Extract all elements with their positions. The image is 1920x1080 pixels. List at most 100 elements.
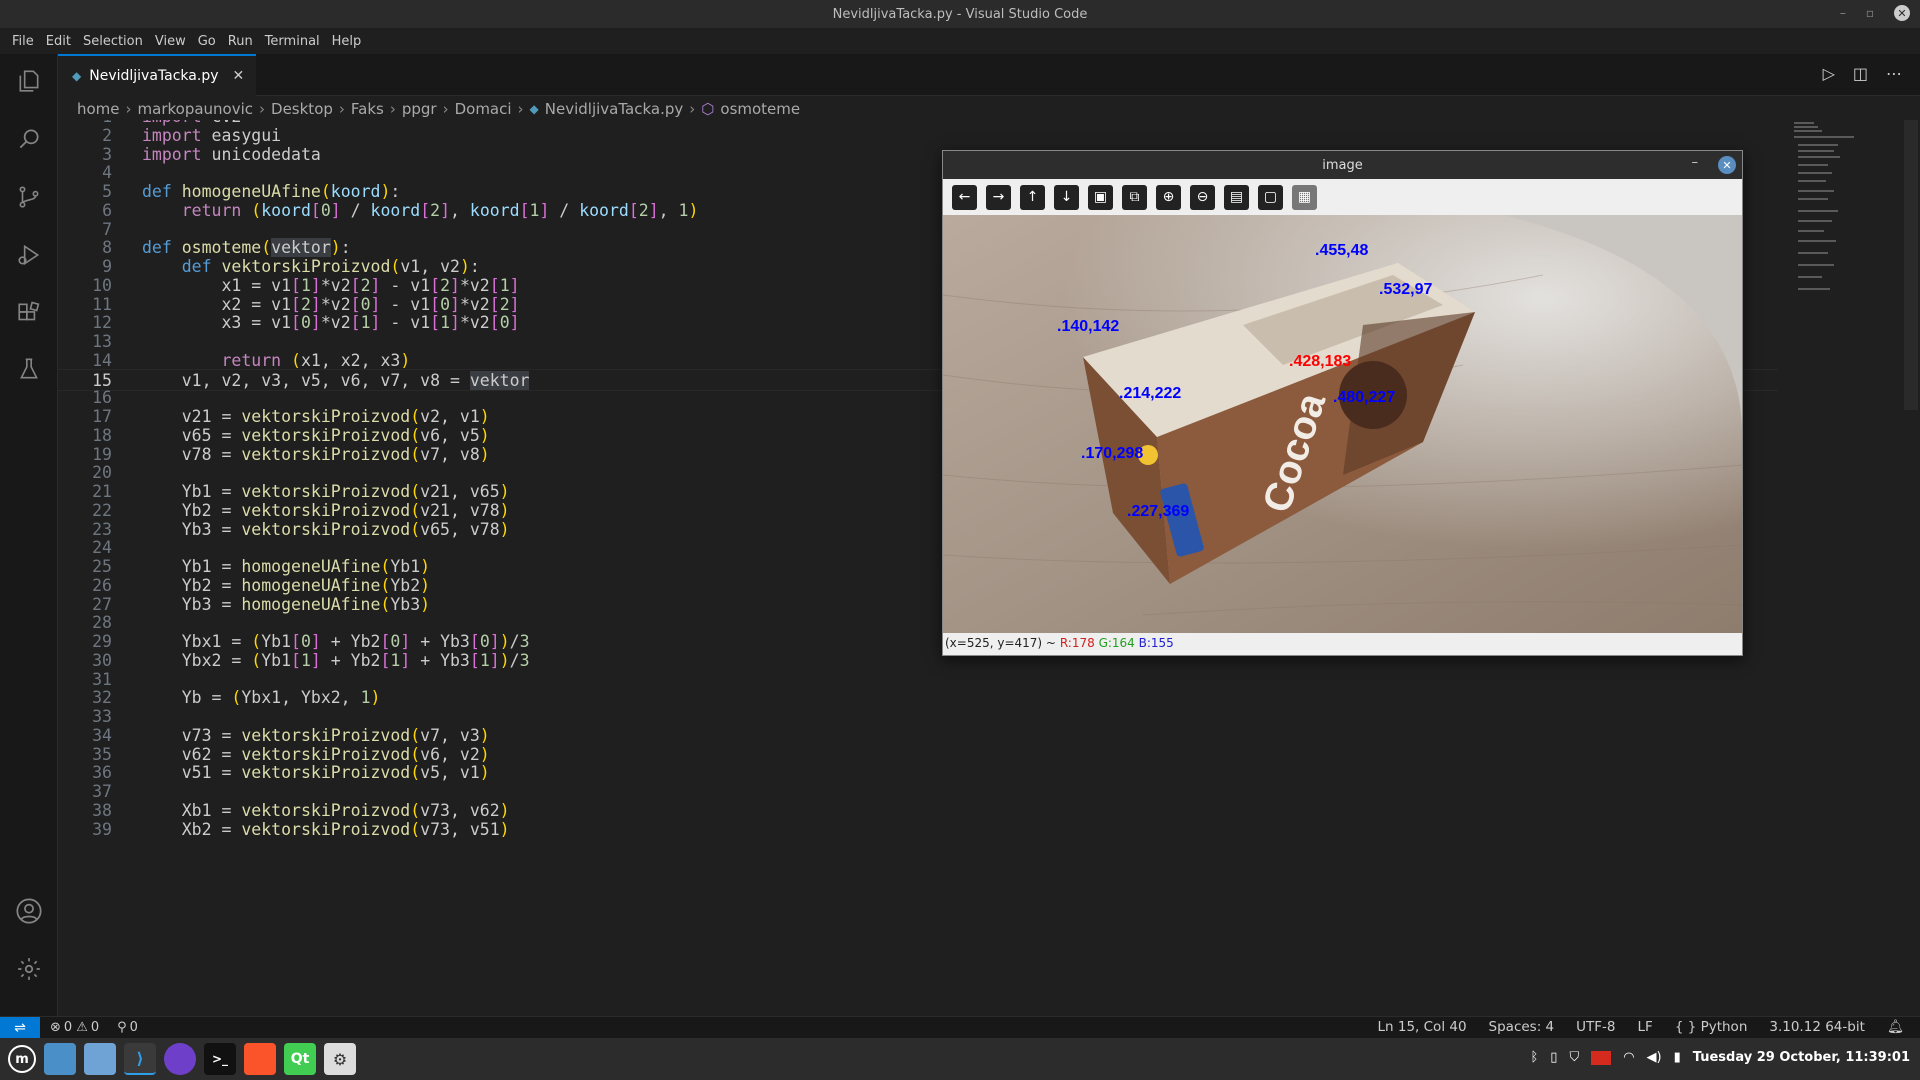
save-icon[interactable]: ▤: [1224, 184, 1249, 210]
tab-nevidljivatacka[interactable]: ◆ NevidljivaTacka.py ✕: [58, 54, 256, 96]
code-line[interactable]: 39 Xb2 = vektorskiProizvod(v73, v51): [58, 819, 1778, 841]
copy-icon[interactable]: ▢: [1258, 184, 1283, 210]
menu-selection[interactable]: Selection: [77, 34, 149, 49]
image-canvas[interactable]: Cocoa .455,48 .532,97 .140,142 .428,183 .214…: [943, 215, 1742, 633]
chevron-right-icon: ›: [259, 100, 266, 118]
keyboard-layout-flag-icon[interactable]: [1591, 1050, 1612, 1065]
battery-icon[interactable]: ▮: [1674, 1050, 1681, 1065]
language-label: Python: [1700, 1019, 1748, 1035]
pan-down-icon[interactable]: ↓: [1054, 184, 1079, 210]
system-tray: ᛒ ▯ ⛉ ◠ ◀) ▮ Tuesday 29 October, 11:39:0…: [1530, 1050, 1910, 1065]
show-desktop-icon[interactable]: [44, 1043, 76, 1075]
image-close-button[interactable]: ✕: [1718, 156, 1736, 174]
clock[interactable]: Tuesday 29 October, 11:39:01: [1693, 1050, 1910, 1065]
menu-help[interactable]: Help: [326, 34, 368, 49]
breadcrumb-user[interactable]: markopaunovic: [138, 100, 254, 118]
point-label: .214,222: [1119, 385, 1182, 402]
files-folder-icon[interactable]: [84, 1043, 116, 1075]
image-viewer-task-icon[interactable]: ⚙: [324, 1043, 356, 1075]
vscode-icon[interactable]: ⟩: [124, 1043, 156, 1075]
editor-scrollbar[interactable]: [1904, 120, 1918, 410]
zoom-out-icon[interactable]: ⊖: [1190, 184, 1215, 210]
menu-file[interactable]: File: [6, 34, 40, 49]
shield-icon[interactable]: ⛉: [1569, 1050, 1579, 1065]
photo-cocoa-box: Cocoa: [943, 215, 1742, 633]
point-label: .455,48: [1315, 242, 1369, 259]
more-actions-icon[interactable]: ⋯: [1886, 64, 1902, 83]
pan-right-icon[interactable]: →: [986, 184, 1011, 210]
end-of-line[interactable]: LF: [1638, 1019, 1653, 1035]
breadcrumb-home[interactable]: home: [77, 100, 120, 118]
breadcrumb-faks[interactable]: Faks: [351, 100, 384, 118]
bluetooth-icon[interactable]: ᛒ: [1530, 1050, 1538, 1065]
image-viewer-window: image – ✕ ← → ↑ ↓ ▣ ⧉ ⊕ ⊖ ▤ ▢ ▦ Cocoa .4…: [942, 150, 1743, 656]
menu-run[interactable]: Run: [222, 34, 259, 49]
brave-browser-icon[interactable]: [244, 1043, 276, 1075]
menu-edit[interactable]: Edit: [40, 34, 77, 49]
qt-creator-icon[interactable]: Qt: [284, 1043, 316, 1075]
pixel-green: G:164: [1098, 636, 1135, 650]
editor-tabs: ◆ NevidljivaTacka.py ✕ ▷ ◫ ⋯: [58, 54, 1920, 96]
encoding[interactable]: UTF-8: [1576, 1019, 1615, 1035]
image-viewer-titlebar: image – ✕: [943, 151, 1742, 179]
properties-icon[interactable]: ▦: [1292, 184, 1317, 210]
testing-icon[interactable]: [14, 354, 44, 384]
window-controls: – ▫ ✕: [1840, 5, 1910, 21]
zoom-fit-icon[interactable]: ▣: [1088, 184, 1113, 210]
python-file-icon: ◆: [72, 69, 82, 83]
source-control-icon[interactable]: [14, 182, 44, 212]
breadcrumb-file[interactable]: NevidljivaTacka.py: [545, 100, 684, 118]
point-label: .227,369: [1127, 503, 1190, 520]
window-title: NevidljivaTacka.py - Visual Studio Code: [832, 6, 1088, 22]
split-editor-icon[interactable]: ◫: [1853, 64, 1868, 83]
title-bar: NevidljivaTacka.py - Visual Studio Code …: [0, 0, 1920, 28]
chevron-right-icon: ›: [442, 100, 449, 118]
account-icon[interactable]: [14, 896, 44, 926]
image-cursor-coords: (x=525, y=417) ~: [945, 636, 1056, 650]
breadcrumb-symbol[interactable]: osmoteme: [720, 100, 800, 118]
python-interpreter[interactable]: 3.10.12 64-bit: [1769, 1019, 1864, 1035]
point-label: .140,142: [1057, 318, 1120, 335]
clipboard-icon[interactable]: ▯: [1550, 1050, 1557, 1065]
pan-up-icon[interactable]: ↑: [1020, 184, 1045, 210]
tab-close-icon[interactable]: ✕: [233, 68, 245, 84]
breadcrumb-ppgr[interactable]: ppgr: [402, 100, 437, 118]
ports-icon[interactable]: ⚲: [117, 1020, 127, 1035]
extensions-icon[interactable]: [14, 298, 44, 328]
breadcrumb-desktop[interactable]: Desktop: [271, 100, 333, 118]
status-right: Ln 15, Col 40 Spaces: 4 UTF-8 LF { } Pyt…: [1378, 1019, 1905, 1035]
point-label: .170,298: [1081, 445, 1144, 462]
minimize-button[interactable]: –: [1840, 6, 1846, 20]
language-mode[interactable]: { } Python: [1675, 1019, 1748, 1035]
search-icon[interactable]: [14, 124, 44, 154]
settings-gear-icon[interactable]: [14, 954, 44, 984]
github-desktop-icon[interactable]: [164, 1043, 196, 1075]
menu-terminal[interactable]: Terminal: [259, 34, 326, 49]
breadcrumb-domaci[interactable]: Domaci: [455, 100, 512, 118]
zoom-in-icon[interactable]: ⊕: [1156, 184, 1181, 210]
explorer-icon[interactable]: [14, 66, 44, 96]
zoom-original-icon[interactable]: ⧉: [1122, 184, 1147, 210]
indentation[interactable]: Spaces: 4: [1489, 1019, 1555, 1035]
run-debug-icon[interactable]: [14, 240, 44, 270]
menu-view[interactable]: View: [149, 34, 192, 49]
pan-left-icon[interactable]: ←: [952, 184, 977, 210]
wifi-icon[interactable]: ◠: [1623, 1050, 1634, 1065]
pixel-red: R:178: [1059, 636, 1095, 650]
volume-icon[interactable]: ◀): [1647, 1050, 1662, 1065]
close-button[interactable]: ✕: [1894, 5, 1910, 21]
warning-icon[interactable]: ⚠: [76, 1020, 88, 1035]
run-file-icon[interactable]: ▷: [1823, 64, 1835, 83]
mint-menu-icon[interactable]: m: [8, 1045, 36, 1073]
pixel-blue: B:155: [1138, 636, 1174, 650]
errors-icon[interactable]: ⊗: [50, 1020, 61, 1035]
terminal-icon[interactable]: >_: [204, 1043, 236, 1075]
remote-icon[interactable]: ⇌: [0, 1016, 40, 1039]
menu-go[interactable]: Go: [192, 34, 222, 49]
image-minimize-button[interactable]: –: [1692, 155, 1699, 170]
chevron-right-icon: ›: [389, 100, 396, 118]
cursor-position[interactable]: Ln 15, Col 40: [1378, 1019, 1467, 1035]
maximize-button[interactable]: ▫: [1866, 6, 1874, 20]
minimap[interactable]: [1780, 120, 1910, 320]
notifications-bell-icon[interactable]: 🔔︎: [1887, 1019, 1904, 1035]
